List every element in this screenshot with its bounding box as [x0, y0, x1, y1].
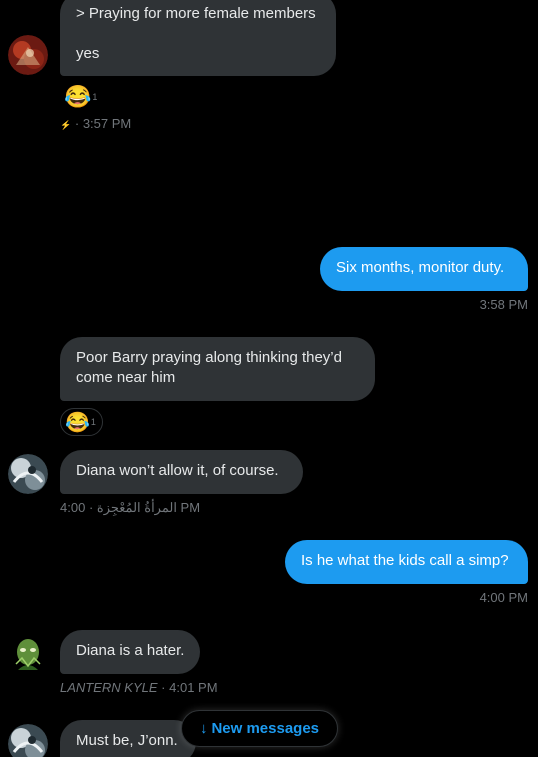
- message-text: Diana is a hater.: [76, 642, 185, 659]
- laughing-emoji-icon: 😂: [65, 411, 90, 434]
- message-bubble[interactable]: Is he what the kids call a simp?: [285, 540, 528, 584]
- reaction-count: 1: [92, 92, 98, 102]
- message-time: 3:58 PM: [479, 297, 528, 312]
- laughing-emoji-icon: 😂: [64, 84, 92, 109]
- message-bubble[interactable]: Diana is a hater.: [60, 630, 200, 674]
- dm-conversation: > Praying for more female members yes 😂 …: [0, 0, 538, 757]
- message-text: Diana won’t allow it, of course.: [76, 462, 279, 479]
- message-time: 4:01 PM: [169, 680, 218, 695]
- message-meta: المرأةُ المُعْجِزة · 4:00 PM: [60, 500, 200, 516]
- message-text-line: yes: [76, 45, 100, 62]
- meta-separator: ·: [88, 500, 94, 515]
- message-meta: ⚡ · 3:57 PM: [60, 116, 131, 131]
- message-text: Must be, J’onn.: [76, 732, 178, 749]
- arrow-down-icon: ↓: [199, 720, 208, 737]
- avatar-image: [8, 454, 48, 494]
- meta-separator: ·: [161, 680, 166, 695]
- message-text-line: come near him: [76, 369, 176, 386]
- message-bubble[interactable]: > Praying for more female members yes: [60, 0, 336, 76]
- bolt-icon: ⚡: [60, 120, 72, 130]
- reaction-count: 1: [90, 417, 96, 427]
- message-sender: المرأةُ المُعْجِزة: [96, 500, 177, 515]
- message-text-line: Poor Barry praying along thinking they’d: [76, 349, 342, 366]
- avatar-red-hero[interactable]: [8, 35, 48, 75]
- message-time: 4:00 PM: [479, 590, 528, 605]
- message-meta: LANTERN KYLE · 4:01 PM: [60, 680, 218, 695]
- reaction[interactable]: 😂 1: [64, 83, 97, 111]
- message-sender: LANTERN KYLE: [60, 680, 158, 695]
- reaction[interactable]: 😂 1: [60, 408, 103, 436]
- message-text: Six months, monitor duty.: [336, 259, 505, 276]
- avatar-image: [8, 634, 48, 674]
- message-meta: 3:58 PM: [480, 297, 528, 312]
- message-text-line: [76, 24, 320, 44]
- message-text: Is he what the kids call a simp?: [301, 552, 509, 569]
- new-messages-label: New messages: [211, 720, 320, 737]
- message-time: 3:57 PM: [82, 116, 132, 131]
- avatar-wonder-woman[interactable]: [8, 724, 48, 757]
- message-bubble[interactable]: Must be, J’onn.: [60, 720, 196, 757]
- message-meta: 4:00 PM: [480, 590, 528, 605]
- avatar-image: [8, 724, 48, 757]
- message-bubble[interactable]: Diana won’t allow it, of course.: [60, 450, 303, 494]
- avatar-wonder-woman[interactable]: [8, 454, 48, 494]
- meta-separator: ·: [74, 116, 80, 131]
- message-bubble[interactable]: Six months, monitor duty.: [320, 247, 528, 291]
- new-messages-button[interactable]: ↓ New messages: [181, 710, 338, 747]
- avatar-image: [8, 35, 48, 75]
- message-text-line: > Praying for more female members: [76, 5, 316, 22]
- avatar-martian[interactable]: [8, 634, 48, 674]
- message-bubble[interactable]: Poor Barry praying along thinking they’d…: [60, 337, 375, 401]
